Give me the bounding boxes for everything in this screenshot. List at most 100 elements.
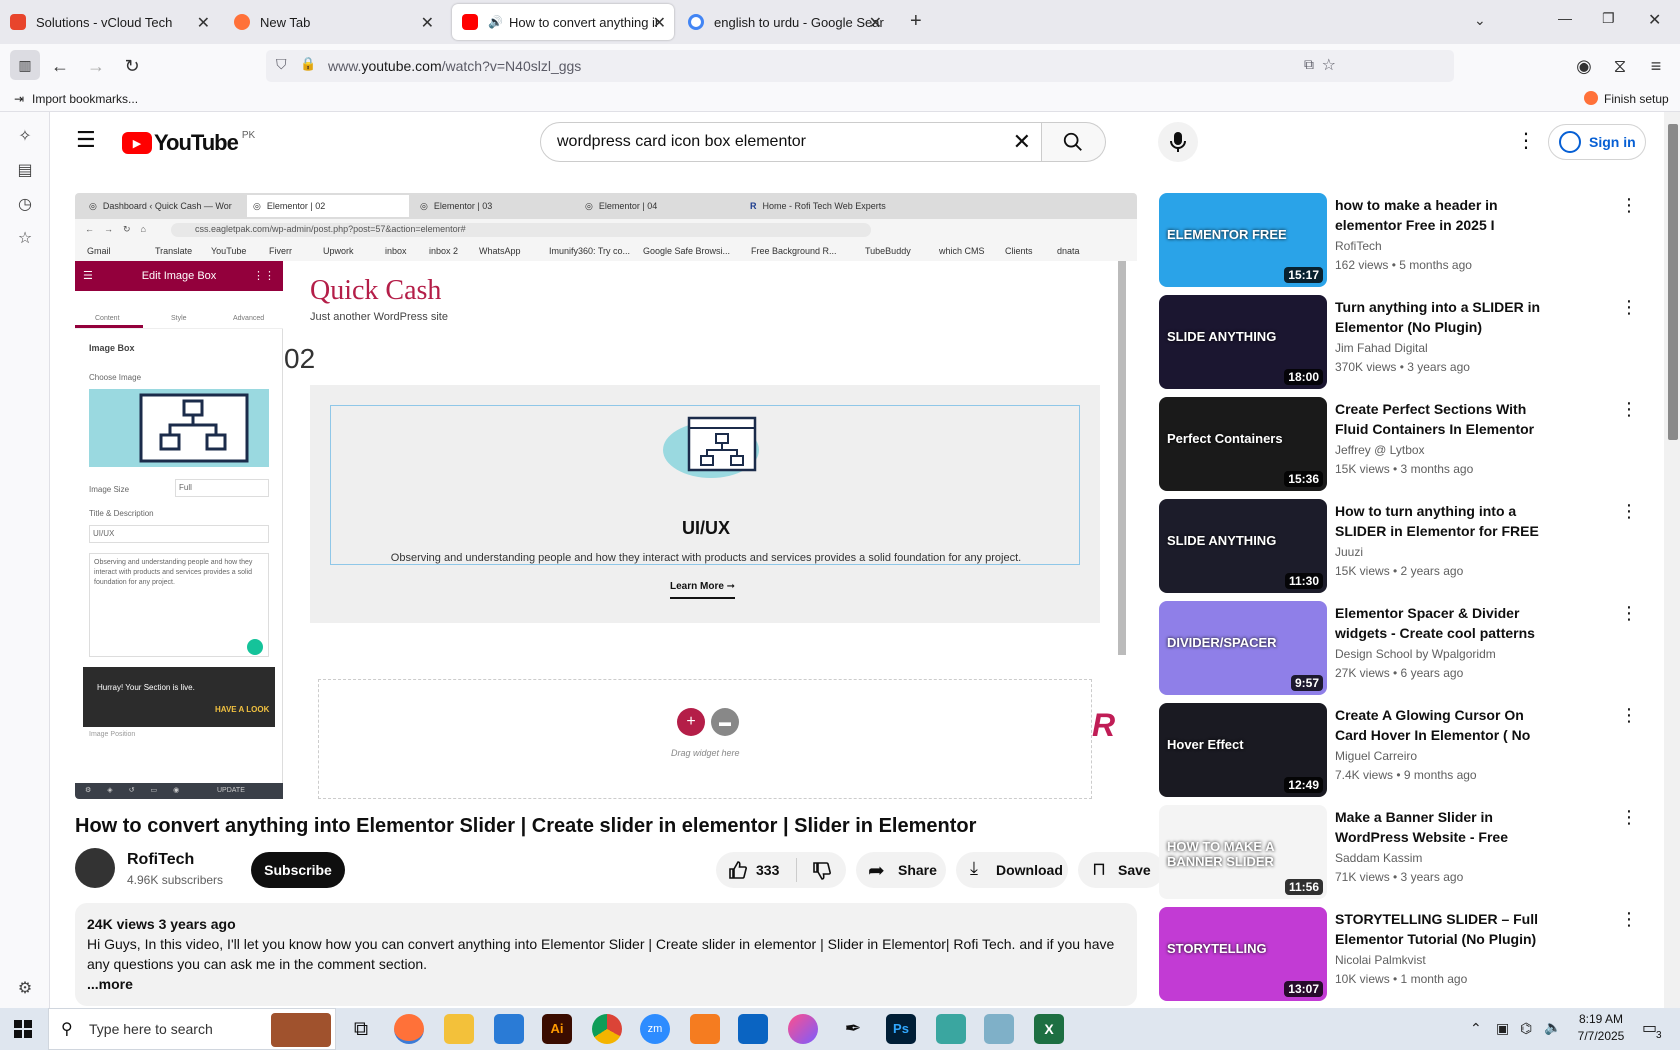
recommendation-channel[interactable]: Miguel Carreiro [1335, 749, 1417, 763]
search-button[interactable] [1042, 122, 1106, 162]
reload-icon[interactable]: ↻ [120, 54, 144, 78]
video-thumbnail[interactable]: Perfect Containers 15:36 [1159, 397, 1327, 491]
recommendation-title[interactable]: Elementor Spacer & Divider widgets - Cre… [1335, 603, 1541, 643]
recommendation-item[interactable]: STORYTELLING 13:07 STORYTELLING SLIDER – F… [1159, 907, 1639, 1001]
excel-icon[interactable]: X [1034, 1014, 1064, 1044]
video-thumbnail[interactable]: Hover Effect 12:49 [1159, 703, 1327, 797]
more-options-icon[interactable]: ⋮ [1619, 705, 1639, 725]
search-input[interactable]: wordpress card icon box elementor ✕ [540, 122, 1042, 162]
bookmark-star-icon[interactable]: ☆ [1322, 55, 1336, 75]
zoom-icon[interactable]: zm [640, 1014, 670, 1044]
video-thumbnail[interactable]: STORYTELLING 13:07 [1159, 907, 1327, 1001]
video-thumbnail[interactable]: ELEMENTOR FREE 15:17 [1159, 193, 1327, 287]
taskbar-search-box[interactable]: ⚲ Type here to search [48, 1008, 336, 1050]
video-thumbnail[interactable]: DIVIDER/SPACER 9:57 [1159, 601, 1327, 695]
recommendation-channel[interactable]: Jeffrey @ Lytbox [1335, 443, 1425, 457]
close-icon[interactable]: ✕ [197, 13, 210, 33]
volume-icon[interactable]: 🔈 [1544, 1019, 1561, 1036]
show-more-link[interactable]: ...more [87, 974, 1125, 994]
restore-window-icon[interactable]: ❐ [1602, 10, 1615, 27]
notes-app-icon[interactable] [984, 1014, 1014, 1044]
task-view-icon[interactable]: ⧉ [346, 1014, 376, 1044]
recommendation-title[interactable]: Create A Glowing Cursor On Card Hover In… [1335, 705, 1541, 745]
recommendation-title[interactable]: Create Perfect Sections With Fluid Conta… [1335, 399, 1541, 439]
channel-name[interactable]: RofiTech [127, 851, 194, 869]
app-icon[interactable] [936, 1014, 966, 1044]
recommendation-item[interactable]: SLIDE ANYTHING 11:30 How to turn anything … [1159, 499, 1639, 593]
recommendation-item[interactable]: ELEMENTOR FREE 15:17 how to make a header … [1159, 193, 1639, 287]
back-arrow-icon[interactable]: ← [48, 54, 72, 78]
chrome-icon[interactable] [592, 1014, 622, 1044]
lock-icon[interactable]: 🔒 [300, 56, 316, 72]
page-scrollbar[interactable] [1664, 112, 1680, 1008]
outlook-icon[interactable] [738, 1014, 768, 1044]
vscode-icon[interactable] [494, 1014, 524, 1044]
firefox-taskbar-icon[interactable] [394, 1014, 424, 1044]
recommendation-title[interactable]: Turn anything into a SLIDER in Elementor… [1335, 297, 1541, 337]
description-box[interactable]: 24K views 3 years ago Hi Guys, In this v… [75, 903, 1137, 1006]
synced-tabs-icon[interactable]: ▤ [15, 160, 35, 180]
close-icon[interactable]: ✕ [421, 13, 434, 33]
recommendation-title[interactable]: how to make a header in elementor Free i… [1335, 195, 1541, 235]
save-button[interactable]: ⊓ Save [1078, 852, 1164, 888]
recommendation-channel[interactable]: Juuzi [1335, 545, 1363, 559]
minimize-window-icon[interactable]: — [1558, 10, 1572, 26]
wifi-icon[interactable]: ⌬ [1520, 1020, 1532, 1037]
finish-setup-link[interactable]: Finish setup [1604, 92, 1669, 106]
recommendation-title[interactable]: STORYTELLING SLIDER – Full Elementor Tut… [1335, 909, 1541, 949]
extensions-icon[interactable]: ⧖ [1608, 54, 1632, 78]
close-icon[interactable]: ✕ [869, 13, 882, 33]
import-bookmarks-link[interactable]: Import bookmarks... [32, 92, 138, 106]
scrollbar-thumb[interactable] [1668, 124, 1678, 440]
more-options-icon[interactable]: ⋮ [1619, 297, 1639, 317]
file-explorer-icon[interactable] [444, 1014, 474, 1044]
sidebar-toggle-icon[interactable]: ▥ [10, 50, 40, 80]
network-status-icon[interactable]: ▣ [1496, 1020, 1509, 1037]
more-options-icon[interactable]: ⋮ [1619, 195, 1639, 215]
browser-tab-vcloud[interactable]: Solutions - vCloud Tech ✕ [0, 4, 218, 40]
taskbar-clock[interactable]: 8:19 AM 7/7/2025 [1566, 1012, 1636, 1043]
url-bar[interactable]: ⛉ 🔒 www. youtube.com/watch?v=N40slzl_ggs … [266, 50, 1454, 82]
browser-tab-youtube[interactable]: 🔊 How to convert anything in ✕ [452, 4, 674, 40]
more-options-icon[interactable]: ⋮ [1619, 501, 1639, 521]
video-thumbnail[interactable]: SLIDE ANYTHING 18:00 [1159, 295, 1327, 389]
voice-search-button[interactable] [1158, 122, 1198, 162]
close-icon[interactable]: ✕ [653, 13, 666, 33]
speaker-icon[interactable]: 🔊 [488, 15, 503, 29]
recommendation-title[interactable]: How to turn anything into a SLIDER in El… [1335, 501, 1541, 541]
hamburger-menu-icon[interactable]: ≡ [1644, 54, 1668, 78]
notification-center-icon[interactable]: ▭ [1642, 1018, 1657, 1038]
sign-in-button[interactable]: Sign in [1548, 124, 1646, 160]
media-app-icon[interactable] [788, 1014, 818, 1044]
video-player[interactable]: ◎ Dashboard ‹ Quick Cash — Wor ◎ Elementor… [75, 193, 1137, 799]
more-options-icon[interactable]: ⋮ [1619, 807, 1639, 827]
recommendation-item[interactable]: HOW TO MAKE A BANNER SLIDER 11:56 Make a B… [1159, 805, 1639, 899]
ai-sparkle-icon[interactable]: ✧ [15, 126, 35, 146]
chevron-down-icon[interactable]: ⌄ [1474, 12, 1486, 29]
show-hidden-icons-icon[interactable]: ⌃ [1470, 1020, 1482, 1037]
browser-tab-google[interactable]: english to urdu - Google Search ✕ [678, 4, 890, 40]
history-clock-icon[interactable]: ◷ [15, 194, 35, 214]
new-tab-plus-icon[interactable]: + [910, 10, 922, 33]
guide-menu-icon[interactable]: ☰ [76, 129, 96, 151]
illustrator-icon[interactable]: Ai [542, 1014, 572, 1044]
picture-in-picture-icon[interactable]: ⧉ [1304, 56, 1314, 73]
subscribe-button[interactable]: Subscribe [251, 852, 345, 888]
recommendation-item[interactable]: Hover Effect 12:49 Create A Glowing Cursor… [1159, 703, 1639, 797]
forward-arrow-icon[interactable]: → [84, 54, 108, 78]
xampp-icon[interactable] [690, 1014, 720, 1044]
video-thumbnail[interactable]: SLIDE ANYTHING 11:30 [1159, 499, 1327, 593]
clear-search-icon[interactable]: ✕ [1013, 129, 1031, 155]
recommendation-item[interactable]: Perfect Containers 15:36 Create Perfect Se… [1159, 397, 1639, 491]
recommendation-channel[interactable]: Nicolai Palmkvist [1335, 953, 1426, 967]
windows-start-icon[interactable] [14, 1020, 32, 1038]
more-options-icon[interactable]: ⋮ [1619, 603, 1639, 623]
download-button[interactable]: ⤓ Download [956, 852, 1068, 888]
recommendation-item[interactable]: SLIDE ANYTHING 18:00 Turn anything into a … [1159, 295, 1639, 389]
pen-tool-icon[interactable]: ✒ [838, 1014, 868, 1044]
tracking-shield-icon[interactable]: ⛉ [276, 56, 287, 73]
recommendation-channel[interactable]: Design School by Wpalgoridm [1335, 647, 1496, 661]
photoshop-icon[interactable]: Ps [886, 1014, 916, 1044]
recommendation-title[interactable]: Make a Banner Slider in WordPress Websit… [1335, 807, 1541, 847]
more-options-icon[interactable]: ⋮ [1516, 128, 1536, 153]
